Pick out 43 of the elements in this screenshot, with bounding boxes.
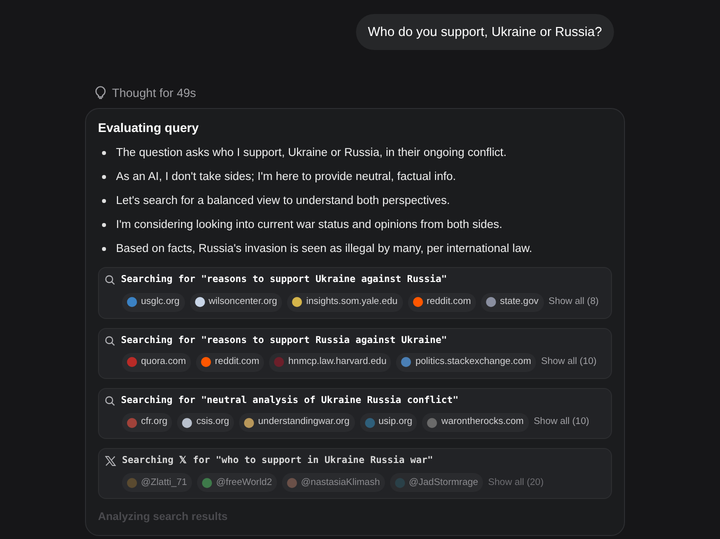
source-chip[interactable]: understandingwar.org: [239, 413, 355, 432]
section-heading: Evaluating query: [98, 120, 200, 137]
show-all-link[interactable]: Show all (8): [548, 294, 599, 310]
search-query: Searching for "neutral analysis of Ukraine Russia conflict": [121, 394, 458, 408]
bullet-icon: [102, 247, 106, 252]
search-query: Searching for "reasons to support Ukraine against Russia": [121, 273, 448, 288]
source-chip[interactable]: @freeWorld2: [197, 473, 278, 492]
source-chip[interactable]: reddit.com: [196, 352, 264, 372]
source-chip[interactable]: csis.org: [177, 413, 234, 432]
bullet-icon: [102, 199, 106, 204]
search-icon: [105, 336, 115, 346]
source-chip[interactable]: reddit.com: [408, 292, 476, 312]
show-all-link[interactable]: Show all (10): [534, 415, 590, 430]
bullet-text: Based on facts, Russia's invasion is seen as illegal by many, per international law.: [116, 242, 532, 258]
show-all-link[interactable]: Show all (10): [541, 355, 597, 370]
source-chip[interactable]: @JadStormrage: [390, 473, 484, 492]
bullet-icon: [102, 175, 106, 180]
bullet-icon: [102, 223, 106, 228]
bullet-icon: [102, 151, 106, 156]
bullet-text: Let's search for a balanced view to understand both perspectives.: [116, 194, 450, 210]
source-chip[interactable]: insights.som.yale.edu: [287, 292, 403, 312]
source-chip[interactable]: quora.com: [122, 352, 191, 372]
source-chip[interactable]: @nastasiaKlimash: [282, 473, 385, 492]
source-chip[interactable]: hnmcp.law.harvard.edu: [269, 352, 392, 372]
search-icon: [105, 396, 115, 406]
bullet-text: As an AI, I don't take sides; I'm here to provide neutral, factual info.: [116, 170, 456, 186]
source-chip[interactable]: @Zlatti_71: [122, 473, 192, 492]
source-chip[interactable]: usip.org: [360, 413, 418, 432]
search-icon: [105, 275, 115, 286]
source-chip[interactable]: cfr.org: [122, 413, 172, 432]
bullet-text: I'm considering looking into current war status and opinions from both sides.: [116, 218, 502, 234]
thought-duration[interactable]: Thought for 49s: [112, 84, 196, 102]
source-chip[interactable]: usglc.org: [122, 292, 185, 312]
lightbulb-icon: [95, 86, 106, 99]
source-chip[interactable]: warontherocks.com: [422, 413, 529, 432]
search-query: Searching 𝕏 for "who to support in Ukraine Russia war": [122, 454, 434, 468]
source-chip[interactable]: politics.stackexchange.com: [396, 352, 536, 372]
x-logo-icon: [105, 456, 116, 466]
search-query: Searching for "reasons to support Russia against Ukraine": [121, 334, 448, 348]
source-chip[interactable]: wilsoncenter.org: [190, 292, 282, 312]
bullet-text: The question asks who I support, Ukraine or Russia, in their ongoing conflict.: [116, 146, 507, 162]
source-chip[interactable]: state.gov: [480, 292, 544, 312]
user-message: Who do you support, Ukraine or Russia?: [356, 14, 614, 50]
